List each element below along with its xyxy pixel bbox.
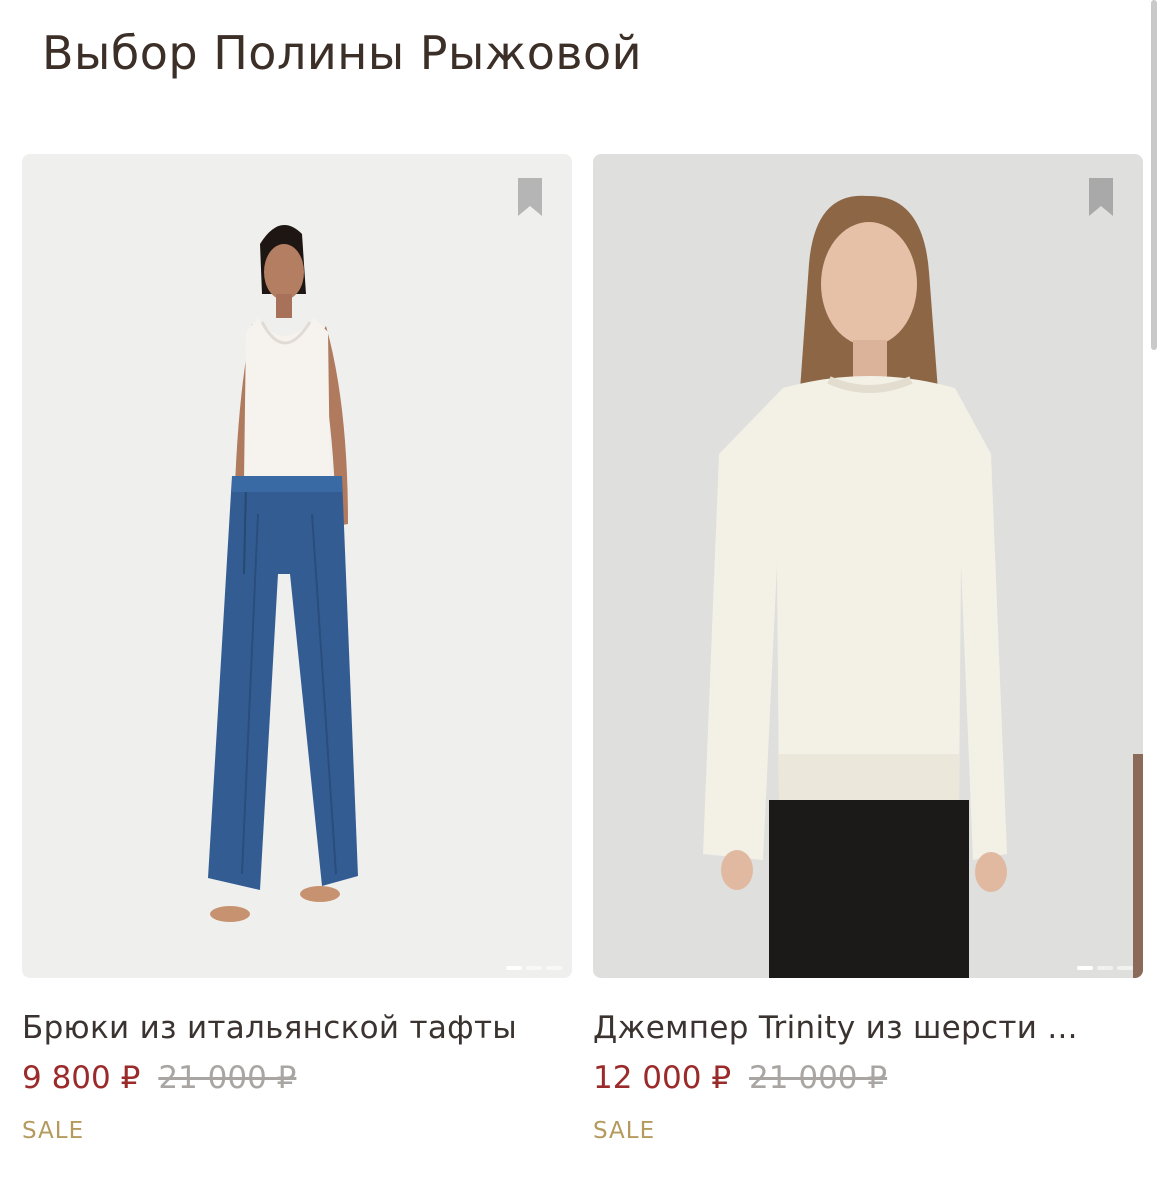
model-in-white-jumper-photo (593, 154, 1143, 978)
product-photo[interactable] (593, 154, 1143, 978)
gallery-dot[interactable] (506, 966, 522, 970)
price-row: 12 000 ₽ 21 000 ₽ (593, 1060, 1143, 1096)
sale-price: 12 000 ₽ (593, 1060, 732, 1096)
gallery-indicator (1077, 966, 1133, 970)
bookmark-icon[interactable] (518, 178, 542, 216)
sale-badge: SALE (22, 1118, 85, 1144)
model-in-blue-trousers-photo (22, 154, 572, 978)
gallery-dot[interactable] (1117, 966, 1133, 970)
page-title: Выбор Полины Рыжовой (42, 26, 643, 80)
product-card[interactable]: Джемпер Trinity из шерсти ... 12 000 ₽ 2… (593, 154, 1143, 1144)
original-price: 21 000 ₽ (158, 1060, 297, 1096)
bookmark-icon[interactable] (1089, 178, 1113, 216)
product-name[interactable]: Джемпер Trinity из шерсти ... (593, 1010, 1143, 1046)
product-photo[interactable] (22, 154, 572, 978)
gallery-dot[interactable] (526, 966, 542, 970)
price-row: 9 800 ₽ 21 000 ₽ (22, 1060, 572, 1096)
original-price: 21 000 ₽ (749, 1060, 888, 1096)
gallery-dot[interactable] (1097, 966, 1113, 970)
sale-price: 9 800 ₽ (22, 1060, 141, 1096)
product-selection-page: Выбор Полины Рыжовой Брюки из итальянско… (0, 0, 1164, 1200)
product-card[interactable]: Брюки из итальянской тафты 9 800 ₽ 21 00… (22, 154, 572, 1144)
gallery-indicator (506, 966, 562, 970)
sale-badge: SALE (593, 1118, 656, 1144)
gallery-dot[interactable] (546, 966, 562, 970)
product-name[interactable]: Брюки из итальянской тафты (22, 1010, 572, 1046)
gallery-dot[interactable] (1077, 966, 1093, 970)
scrollbar[interactable] (1151, 0, 1157, 350)
